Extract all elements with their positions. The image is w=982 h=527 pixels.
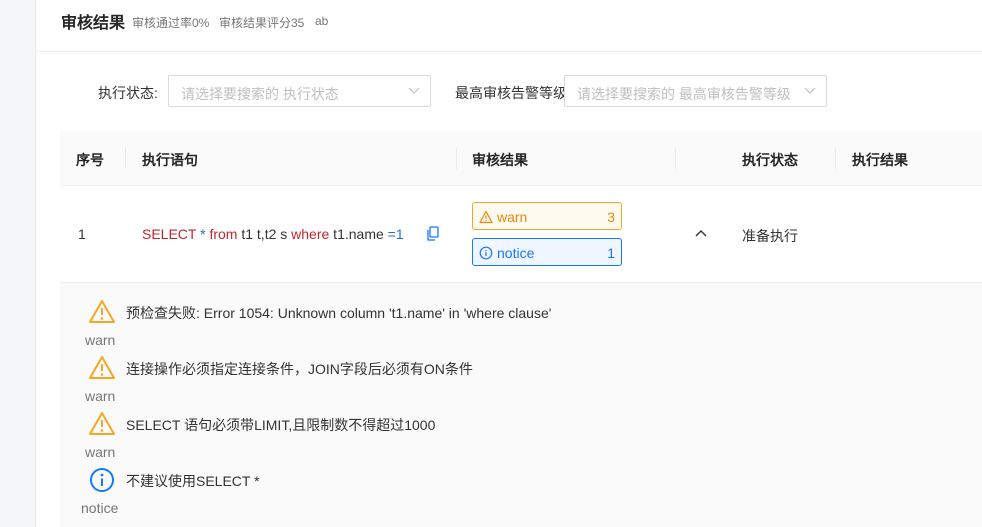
sql-operator: =1: [387, 226, 404, 242]
issue-message: 连接操作必须指定连接条件，JOIN字段后必须有ON条件: [126, 361, 473, 377]
page-title: 审核结果: [61, 15, 126, 32]
issue-level-label: notice: [81, 500, 119, 516]
info-icon: [90, 468, 114, 492]
column-divider: [456, 147, 457, 169]
exec-status-placeholder: 请选择要搜索的 执行状态: [181, 86, 339, 102]
sql-keyword: where: [291, 226, 330, 242]
issue-message: 预检查失败: Error 1054: Unknown column 't1.na…: [126, 305, 552, 321]
column-header-index: 序号: [76, 152, 104, 168]
sql-statement: SELECT * from t1 t,t2 s where t1.name =1: [142, 226, 404, 242]
issue-level-label: warn: [85, 332, 116, 348]
warn-tag-count: 3: [607, 209, 615, 225]
score-text: 审核结果评分35: [219, 16, 305, 30]
info-icon: [479, 246, 493, 260]
column-divider: [675, 147, 676, 169]
audit-result-card: 审核结果 审核通过率0% 审核结果评分35 ab 执行状态: 请选择要搜索的 执…: [36, 0, 982, 527]
warn-tag: warn 3: [472, 202, 622, 230]
row-index: 1: [78, 226, 86, 242]
table-row: 1 SELECT * from t1 t,t2 s where t1.name …: [60, 186, 982, 283]
column-header-sql: 执行语句: [142, 152, 198, 168]
notice-tag: notice 1: [472, 238, 622, 266]
exec-status-select[interactable]: 请选择要搜索的 执行状态: [168, 75, 431, 107]
extra-text: ab: [315, 14, 329, 28]
exec-status-value: 准备执行: [742, 228, 798, 244]
pass-rate-text: 审核通过率0%: [132, 16, 210, 30]
copy-icon[interactable]: [426, 226, 440, 242]
column-header-audit-result: 审核结果: [472, 152, 528, 168]
sql-text: t1.name: [329, 226, 388, 242]
exec-status-label: 执行状态:: [98, 85, 158, 101]
warn-tag-label: warn: [497, 209, 528, 225]
issue-level-label: warn: [85, 388, 116, 404]
column-divider: [125, 147, 126, 169]
warning-icon: [89, 356, 115, 379]
filter-bar: 执行状态: 请选择要搜索的 执行状态 最高审核告警等级 请选择要搜索的 最高审核…: [36, 75, 982, 107]
column-divider: [835, 147, 836, 169]
sql-operator: *: [196, 226, 210, 242]
notice-tag-label: notice: [497, 245, 535, 261]
left-sidebar-strip: [0, 0, 36, 527]
table-header: 序号 执行语句 审核结果 执行状态 执行结果: [60, 131, 982, 186]
audit-issues-panel: 预检查失败: Error 1054: Unknown column 't1.na…: [60, 283, 982, 527]
notice-tag-count: 1: [607, 245, 615, 261]
card-header: 审核结果 审核通过率0% 审核结果评分35 ab: [36, 0, 982, 52]
sql-keyword: from: [209, 226, 238, 242]
issue-message: 不建议使用SELECT *: [126, 473, 260, 489]
chevron-up-icon[interactable]: [694, 228, 708, 238]
alert-level-select[interactable]: 请选择要搜索的 最高审核告警等级: [564, 75, 827, 107]
sql-keyword: SELECT: [142, 226, 197, 242]
warning-icon: [89, 300, 115, 323]
warning-icon: [479, 210, 493, 224]
issue-level-label: warn: [85, 444, 116, 460]
issue-message: SELECT 语句必须带LIMIT,且限制数不得超过1000: [126, 417, 436, 433]
sql-text: t1 t,t2 s: [237, 226, 292, 242]
warning-icon: [89, 412, 115, 435]
column-header-exec-status: 执行状态: [742, 152, 798, 168]
alert-level-label: 最高审核告警等级: [455, 85, 567, 101]
alert-level-placeholder: 请选择要搜索的 最高审核告警等级: [577, 86, 791, 102]
chevron-down-icon: [408, 87, 420, 94]
column-header-exec-result: 执行结果: [852, 152, 908, 168]
chevron-down-icon: [804, 87, 816, 94]
